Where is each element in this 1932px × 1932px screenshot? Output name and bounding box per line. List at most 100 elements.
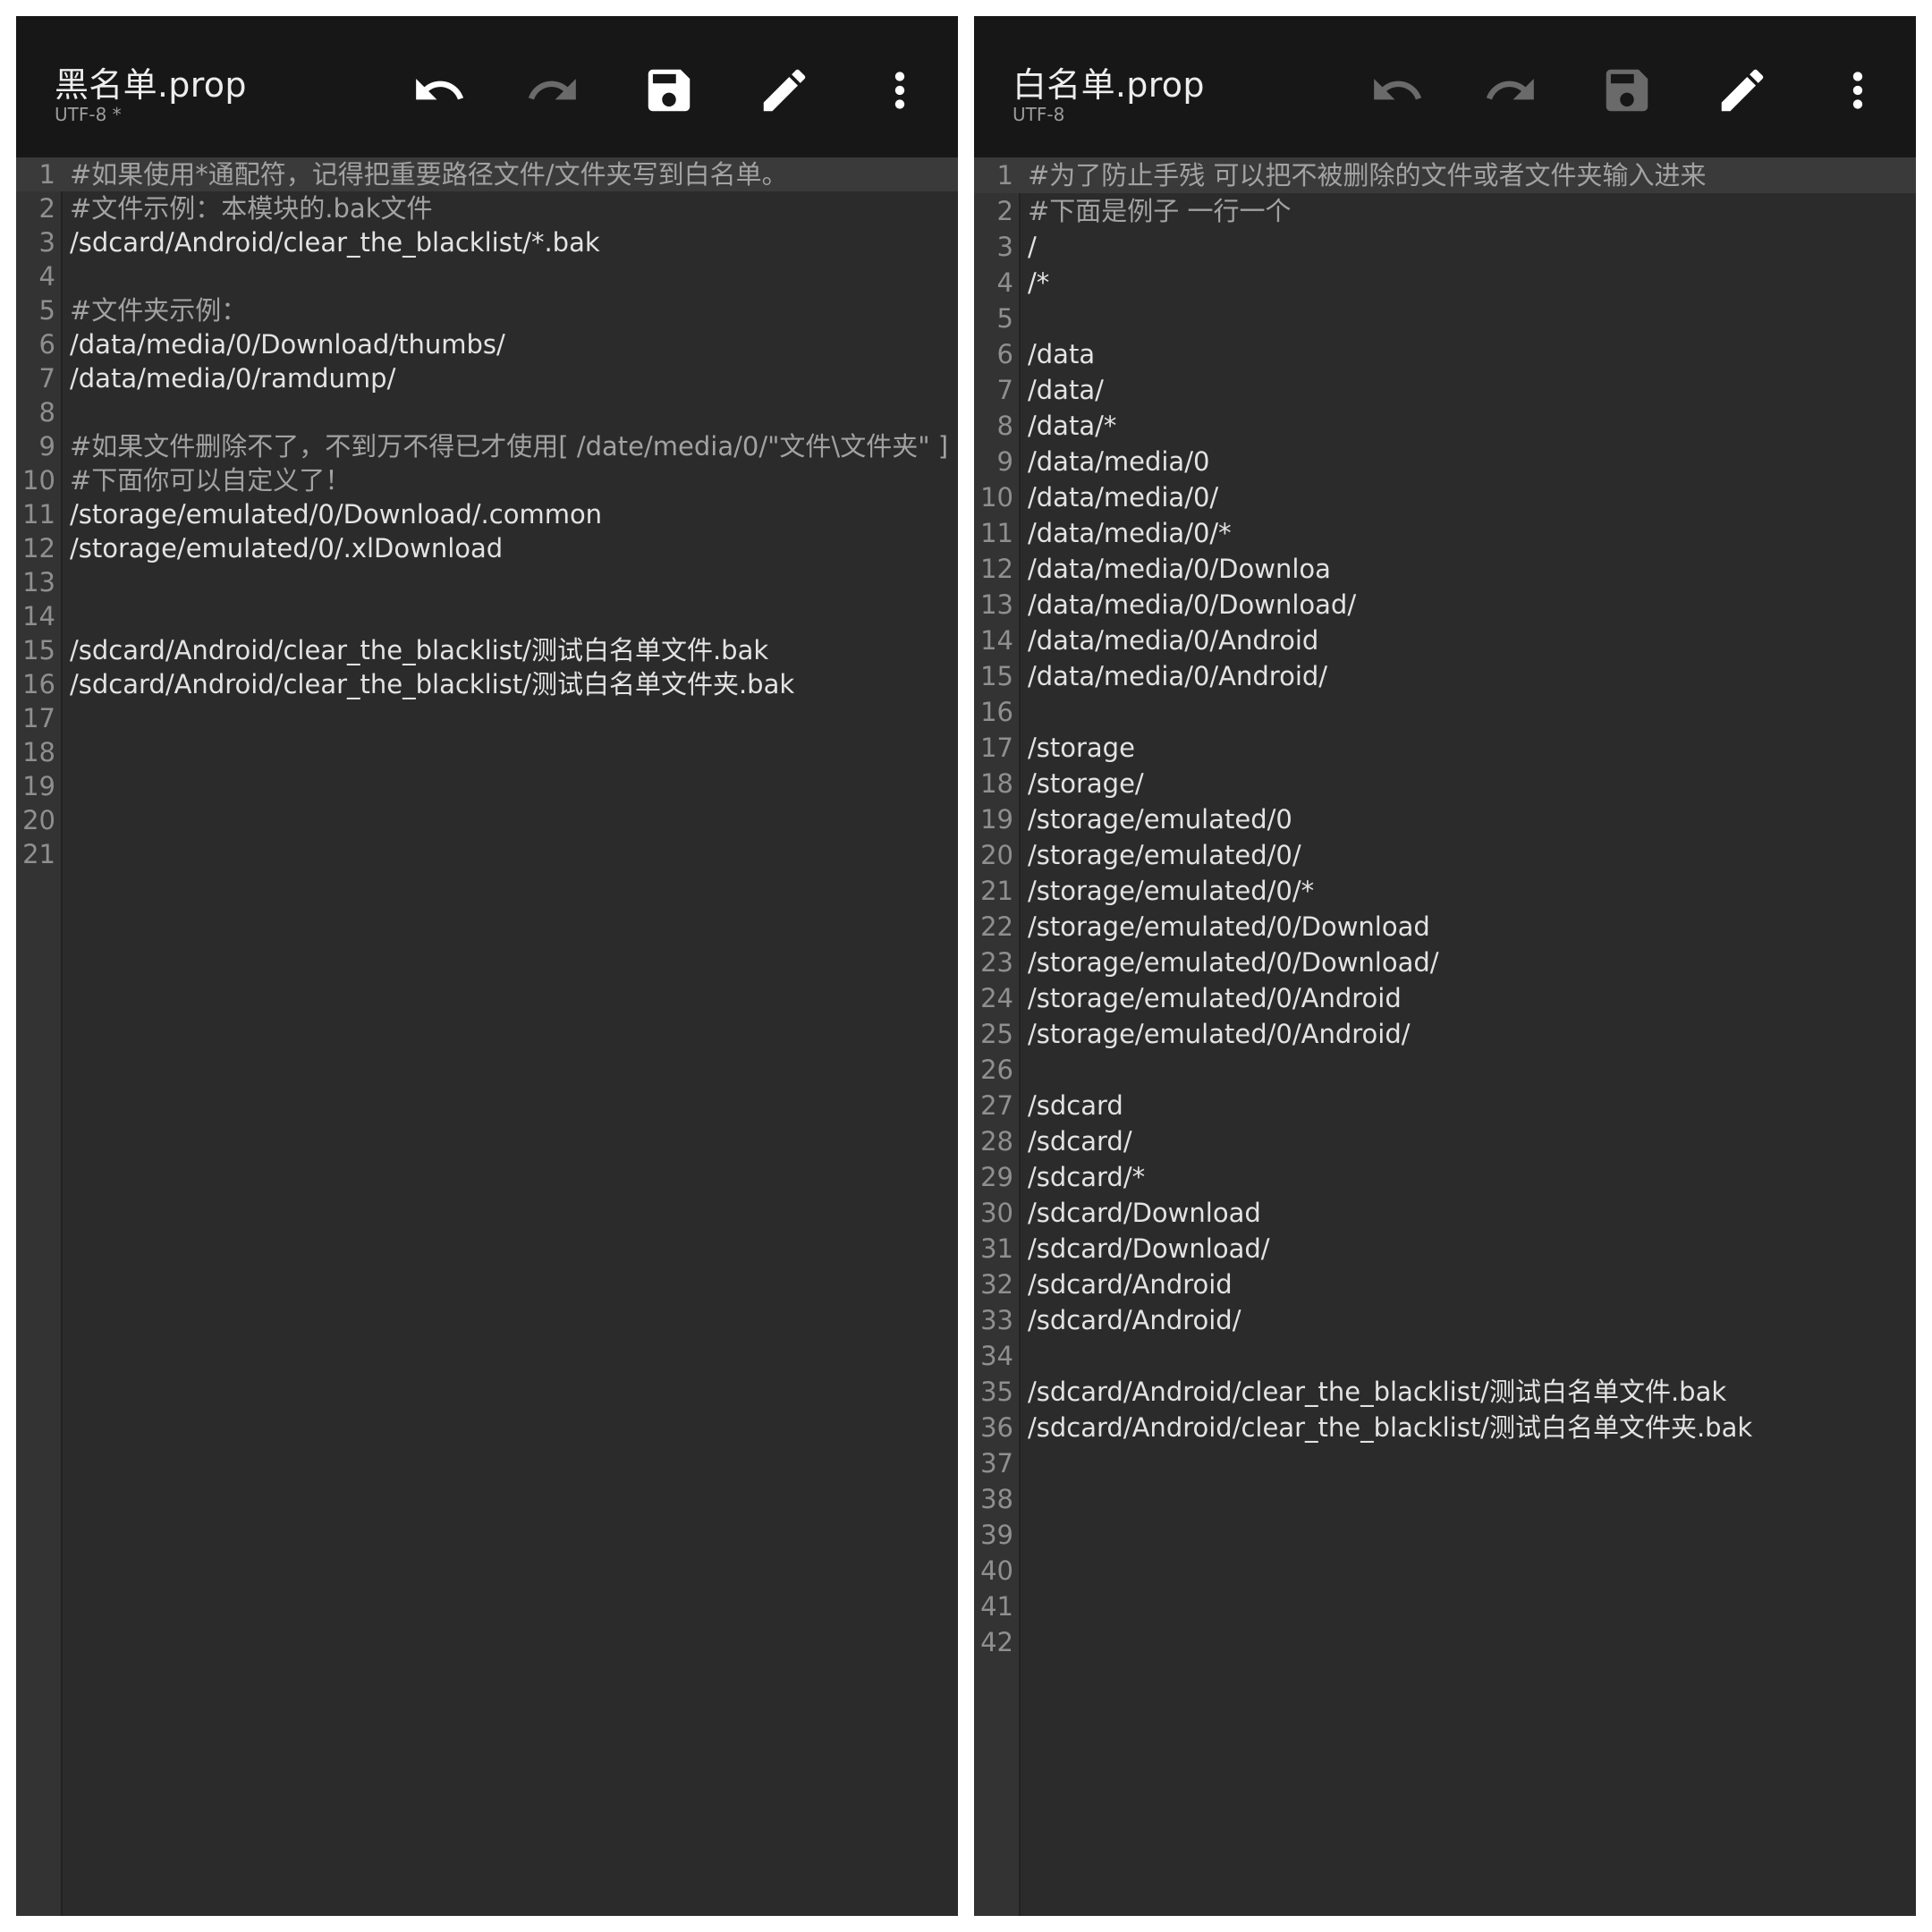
- editor-line[interactable]: 15/data/media/0/Android/: [974, 658, 1916, 694]
- editor-line[interactable]: 39: [974, 1517, 1916, 1553]
- line-number: 27: [980, 1090, 1013, 1121]
- undo-button[interactable]: [403, 41, 475, 140]
- editor-line[interactable]: 4 /*: [974, 265, 1916, 301]
- text-editor[interactable]: 1 #为了防止手残 可以把不被删除的文件或者文件夹输入进来 2 #下面是例子 一行一个…: [974, 157, 1916, 1916]
- editor-line[interactable]: 26: [974, 1052, 1916, 1088]
- editor-line[interactable]: 20/storage/emulated/0/: [974, 837, 1916, 873]
- editor-line[interactable]: 16: [974, 694, 1916, 730]
- editor-line[interactable]: 14/data/media/0/Android: [974, 623, 1916, 658]
- editor-line[interactable]: 3/: [974, 229, 1916, 265]
- editor-line[interactable]: 30/sdcard/Download: [974, 1195, 1916, 1231]
- editor-line[interactable]: 5 #文件夹示例：: [16, 293, 958, 327]
- editor-line[interactable]: 3/sdcard/Android/clear_the_blacklist/*.b…: [16, 225, 958, 259]
- line-number: 1: [996, 160, 1013, 191]
- more-options-button[interactable]: [1822, 41, 1894, 140]
- editor-line[interactable]: 6/data: [974, 336, 1916, 372]
- editor-line[interactable]: 21: [16, 837, 958, 871]
- line-text: /sdcard/Android/clear_the_blacklist/*.ba…: [70, 227, 600, 258]
- editor-line[interactable]: 34: [974, 1338, 1916, 1374]
- line-number: 9: [38, 431, 55, 462]
- editor-line[interactable]: 15/sdcard/Android/clear_the_blacklist/测试…: [16, 633, 958, 667]
- editor-line[interactable]: 7/data/media/0/ramdump/: [16, 361, 958, 395]
- editor-line[interactable]: 20: [16, 803, 958, 837]
- editor-line[interactable]: 12/data/media/0/Downloa: [974, 551, 1916, 587]
- line-number: 42: [980, 1627, 1013, 1657]
- editor-line[interactable]: 25/storage/emulated/0/Android/: [974, 1016, 1916, 1052]
- line-number: 19: [22, 771, 55, 801]
- editor-line[interactable]: 1 #为了防止手残 可以把不被删除的文件或者文件夹输入进来: [974, 157, 1916, 193]
- line-number: 17: [22, 703, 55, 733]
- line-text: /storage/emulated/0: [1028, 804, 1292, 835]
- editor-line[interactable]: 9/data/media/0: [974, 444, 1916, 479]
- editor-line[interactable]: 21/storage/emulated/0/*: [974, 873, 1916, 909]
- undo-icon: [416, 79, 464, 100]
- line-number: 18: [22, 737, 55, 767]
- save-button[interactable]: [1591, 41, 1663, 140]
- editor-line[interactable]: 41: [974, 1589, 1916, 1624]
- editor-line[interactable]: 33/sdcard/Android/: [974, 1302, 1916, 1338]
- editor-line[interactable]: 31/sdcard/Download/: [974, 1231, 1916, 1267]
- more-options-button[interactable]: [864, 41, 936, 140]
- editor-line[interactable]: 35/sdcard/Android/clear_the_blacklist/测试…: [974, 1374, 1916, 1410]
- editor-line[interactable]: 5: [974, 301, 1916, 336]
- line-number: 36: [980, 1412, 1013, 1443]
- editor-line[interactable]: 38: [974, 1481, 1916, 1517]
- editor-line[interactable]: 8: [16, 395, 958, 429]
- line-text: /storage/emulated/0/Android: [1028, 983, 1402, 1013]
- line-number: 34: [980, 1341, 1013, 1371]
- editor-line[interactable]: 2 #下面是例子 一行一个: [974, 193, 1916, 229]
- redo-button[interactable]: [1475, 41, 1546, 140]
- text-editor[interactable]: 1 #如果使用*通配符，记得把重要路径文件/文件夹写到白名单。 2 #文件示例：本模块…: [16, 157, 958, 1916]
- editor-line[interactable]: 18: [16, 735, 958, 769]
- editor-line[interactable]: 24/storage/emulated/0/Android: [974, 980, 1916, 1016]
- editor-line[interactable]: 12/storage/emulated/0/.xlDownload: [16, 531, 958, 565]
- editor-line[interactable]: 7/data/: [974, 372, 1916, 408]
- line-number: 37: [980, 1448, 1013, 1479]
- editor-line[interactable]: 11/storage/emulated/0/Download/.common: [16, 497, 958, 531]
- editor-line[interactable]: 18/storage/: [974, 766, 1916, 801]
- editor-line[interactable]: 23/storage/emulated/0/Download/: [974, 945, 1916, 980]
- editor-line[interactable]: 40: [974, 1553, 1916, 1589]
- editor-line[interactable]: 16/sdcard/Android/clear_the_blacklist/测试…: [16, 667, 958, 701]
- editor-line[interactable]: 28/sdcard/: [974, 1123, 1916, 1159]
- editor-line[interactable]: 2 #文件示例：本模块的.bak文件: [16, 191, 958, 225]
- editor-line[interactable]: 19/storage/emulated/0: [974, 801, 1916, 837]
- line-text: /data/media/0/Downloa: [1028, 554, 1331, 584]
- editor-line[interactable]: 14: [16, 599, 958, 633]
- editor-line[interactable]: 36/sdcard/Android/clear_the_blacklist/测试…: [974, 1410, 1916, 1445]
- editor-line[interactable]: 13/data/media/0/Download/: [974, 587, 1916, 623]
- line-number: 41: [980, 1591, 1013, 1622]
- editor-line[interactable]: 22/storage/emulated/0/Download: [974, 909, 1916, 945]
- line-text: /storage: [1028, 733, 1135, 763]
- line-number: 31: [980, 1233, 1013, 1264]
- editor-line[interactable]: 4: [16, 259, 958, 293]
- line-number: 22: [980, 911, 1013, 942]
- undo-button[interactable]: [1361, 41, 1433, 140]
- line-text: #如果文件删除不了，不到万不得已才使用[ /date/media/0/"文件\文…: [70, 431, 949, 462]
- editor-line[interactable]: 13: [16, 565, 958, 599]
- editor-line[interactable]: 6/data/media/0/Download/thumbs/: [16, 327, 958, 361]
- editor-line[interactable]: 37: [974, 1445, 1916, 1481]
- editor-line[interactable]: 32/sdcard/Android: [974, 1267, 1916, 1302]
- editor-line[interactable]: 9 #如果文件删除不了，不到万不得已才使用[ /date/media/0/"文件\…: [16, 429, 958, 463]
- edit-button[interactable]: [1707, 41, 1778, 140]
- line-number: 21: [980, 876, 1013, 906]
- editor-line[interactable]: 10/data/media/0/: [974, 479, 1916, 515]
- line-text: /data/media/0/: [1028, 482, 1219, 513]
- editor-line[interactable]: 11/data/media/0/*: [974, 515, 1916, 551]
- edit-button[interactable]: [749, 41, 820, 140]
- line-number: 6: [38, 329, 55, 360]
- editor-line[interactable]: 17: [16, 701, 958, 735]
- editor-line[interactable]: 42: [974, 1624, 1916, 1660]
- editor-line[interactable]: 10 #下面你可以自定义了！: [16, 463, 958, 497]
- save-button[interactable]: [633, 41, 705, 140]
- redo-button[interactable]: [517, 41, 589, 140]
- editor-line[interactable]: 17/storage: [974, 730, 1916, 766]
- editor-line[interactable]: 8/data/*: [974, 408, 1916, 444]
- editor-line[interactable]: 29/sdcard/*: [974, 1159, 1916, 1195]
- editor-line[interactable]: 27/sdcard: [974, 1088, 1916, 1123]
- file-title: 白名单.prop: [1013, 65, 1205, 105]
- editor-line[interactable]: 1 #如果使用*通配符，记得把重要路径文件/文件夹写到白名单。: [16, 157, 958, 191]
- line-number: 28: [980, 1126, 1013, 1157]
- editor-line[interactable]: 19: [16, 769, 958, 803]
